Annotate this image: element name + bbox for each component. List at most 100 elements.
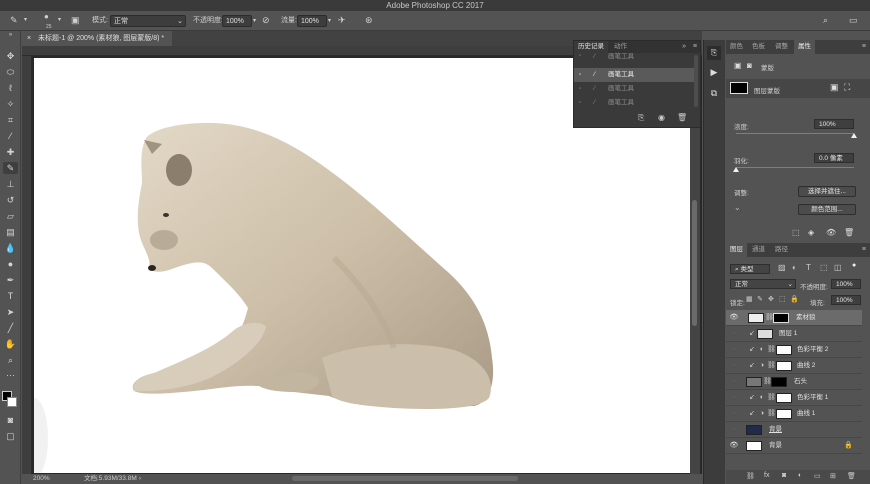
filter-shape-icon[interactable]: ⬚ xyxy=(820,263,828,272)
filter-pixel-icon[interactable]: ▨ xyxy=(778,263,786,272)
background-color-swatch[interactable] xyxy=(7,397,17,407)
history-item[interactable]: ▫ ⁄ 画笔工具 xyxy=(574,53,694,60)
feather-field[interactable]: 0.0 像素 xyxy=(814,153,854,163)
visibility-toggle[interactable]: ▫ xyxy=(729,406,739,422)
tab-layers[interactable]: 图层 xyxy=(726,243,747,257)
new-document-icon[interactable]: ⎘ xyxy=(638,113,644,123)
eraser-tool-icon[interactable]: ▱ xyxy=(3,210,18,222)
layer-row[interactable]: 👁 ⛓ 素材狼 xyxy=(726,310,862,326)
tab-channels[interactable]: 通道 xyxy=(748,243,769,257)
blend-mode-select[interactable]: 正常 ⌄ xyxy=(730,279,796,289)
layer-row[interactable]: 👁 背景 🔒 xyxy=(726,438,862,454)
chevron-down-icon[interactable]: ⌄ xyxy=(734,203,741,212)
load-selection-icon[interactable]: ⬚ xyxy=(792,228,800,237)
trash-icon[interactable]: 🗑 xyxy=(677,113,687,122)
gradient-tool-icon[interactable]: ▤ xyxy=(3,226,18,238)
lock-artboard-icon[interactable]: ⬚ xyxy=(779,295,786,303)
line-tool-icon[interactable]: ╱ xyxy=(3,322,18,334)
opacity-field[interactable]: 100% xyxy=(222,15,252,27)
filter-smart-icon[interactable]: ◫ xyxy=(834,263,842,272)
new-group-icon[interactable]: ▭ xyxy=(814,472,821,480)
lock-all-icon[interactable]: 🔒 xyxy=(790,295,799,303)
history-item[interactable]: ▫ ⁄ 画笔工具 xyxy=(574,96,694,110)
add-vector-mask-icon[interactable]: ⛶ xyxy=(844,82,850,93)
layer-row[interactable]: ▫ ↙ ◐ ⛓ 色彩平衡 1 xyxy=(726,390,862,406)
pressure-opacity-icon[interactable]: ⊘ xyxy=(262,15,270,25)
hand-tool-icon[interactable]: ✋ xyxy=(3,338,18,350)
adjustments-dock-icon[interactable]: ⧉ xyxy=(707,86,721,100)
zoom-level[interactable]: 200% xyxy=(33,474,50,484)
document-info[interactable]: 文档:5.93M/33.8M xyxy=(84,474,137,484)
layer-row[interactable]: ▫ ↙ ◑ ⛓ 曲线 2 xyxy=(726,358,862,374)
color-range-button[interactable]: 颜色范围... xyxy=(798,204,856,215)
brush-panel-icon[interactable]: ▣ xyxy=(71,15,80,25)
pen-tool-icon[interactable]: ✒ xyxy=(3,274,18,286)
feather-slider[interactable] xyxy=(736,167,854,168)
camera-icon[interactable]: ◉ xyxy=(658,113,665,122)
search-icon[interactable]: ⌕ xyxy=(823,15,828,25)
tab-actions[interactable]: 动作 xyxy=(610,41,631,53)
layer-mask-thumbnail[interactable] xyxy=(776,393,792,403)
airbrush-icon[interactable]: ✈ xyxy=(338,15,346,25)
collapse-icon[interactable]: » xyxy=(682,41,686,53)
density-field[interactable]: 100% xyxy=(814,119,854,129)
brush-tool-icon[interactable]: ✎ xyxy=(3,162,18,174)
lock-pixels-icon[interactable]: ✎ xyxy=(757,295,763,303)
visibility-toggle[interactable]: ▫ xyxy=(729,326,739,342)
close-icon[interactable]: × xyxy=(27,31,31,46)
density-slider[interactable] xyxy=(736,133,854,134)
trash-icon[interactable]: 🗑 xyxy=(844,228,854,237)
link-icon[interactable]: ⛓ xyxy=(765,310,774,326)
move-tool-icon[interactable]: ✥ xyxy=(3,50,18,62)
marquee-tool-icon[interactable]: ⬭ xyxy=(3,66,18,78)
trash-icon[interactable]: 🗑 xyxy=(847,472,856,480)
fill-field[interactable]: 100% xyxy=(831,295,861,305)
chevron-down-icon[interactable]: ▾ xyxy=(253,16,256,26)
tab-adjustments[interactable]: 调整 xyxy=(771,40,792,54)
blur-tool-icon[interactable]: 💧 xyxy=(3,242,18,254)
layer-style-icon[interactable]: fx xyxy=(764,472,769,479)
visibility-toggle[interactable]: ▫ xyxy=(729,422,739,438)
layer-opacity-field[interactable]: 100% xyxy=(831,279,861,289)
layer-row[interactable]: ▫ 背景 xyxy=(726,422,862,438)
history-brush-icon[interactable]: ↺ xyxy=(3,194,18,206)
filter-type-icon[interactable]: T xyxy=(806,263,811,272)
healing-brush-icon[interactable]: ✚ xyxy=(3,146,18,158)
clone-stamp-icon[interactable]: ⊥ xyxy=(3,178,18,190)
tab-history[interactable]: 历史记录 xyxy=(574,41,608,53)
feather-slider-handle[interactable] xyxy=(733,167,739,172)
link-layers-icon[interactable]: ⛓ xyxy=(746,472,755,480)
dodge-tool-icon[interactable]: ● xyxy=(3,258,18,270)
layer-row[interactable]: ▫ ↙ 图层 1 xyxy=(726,326,862,342)
quick-select-icon[interactable]: ✧ xyxy=(3,98,18,110)
visibility-icon[interactable]: 👁 xyxy=(729,310,739,326)
lock-transparent-icon[interactable]: ▦ xyxy=(746,295,753,303)
filter-adjustment-icon[interactable]: ◐ xyxy=(792,263,797,272)
layer-mask-thumbnail[interactable] xyxy=(773,313,789,323)
panel-menu-icon[interactable]: ≡ xyxy=(693,41,697,53)
workspace-icon[interactable]: ▭ xyxy=(849,15,858,25)
filter-kind-select[interactable]: ⌕ 类型 xyxy=(730,264,770,274)
history-dock-icon[interactable]: ⎘ xyxy=(707,46,721,60)
visibility-toggle[interactable]: ▫ xyxy=(729,358,739,374)
layer-row[interactable]: ▫ ↙ ◑ ⛓ 曲线 1 xyxy=(726,406,862,422)
pressure-size-icon[interactable]: ⊛ xyxy=(365,15,373,25)
add-pixel-mask-icon[interactable]: ▣ xyxy=(830,82,839,93)
layer-mask-thumbnail[interactable] xyxy=(776,345,792,355)
flow-field[interactable]: 100% xyxy=(297,15,327,27)
history-scrollbar[interactable] xyxy=(694,55,698,107)
mode-select[interactable]: 正常 ⌄ xyxy=(110,15,186,27)
chevron-down-icon[interactable]: ▾ xyxy=(58,15,61,25)
quick-mask-icon[interactable]: ◙ xyxy=(3,414,18,426)
layer-mask-thumbnail[interactable] xyxy=(776,409,792,419)
add-mask-icon[interactable]: ◙ xyxy=(782,472,786,479)
collapse-icon[interactable]: » xyxy=(3,31,18,39)
crop-tool-icon[interactable]: ⌗ xyxy=(3,114,18,126)
vertical-scroll-thumb[interactable] xyxy=(692,200,697,326)
document-tab[interactable]: × 未标题-1 @ 200% (素材狼, 图层蒙版/8) * xyxy=(22,31,172,46)
apply-mask-icon[interactable]: ◈ xyxy=(808,228,814,237)
layer-mask-thumbnail[interactable] xyxy=(776,361,792,371)
layer-row[interactable]: ▫ ↙ ◐ ⛓ 色彩平衡 2 xyxy=(726,342,862,358)
tab-swatches[interactable]: 色板 xyxy=(748,40,769,54)
tab-properties[interactable]: 属性 xyxy=(794,40,815,54)
